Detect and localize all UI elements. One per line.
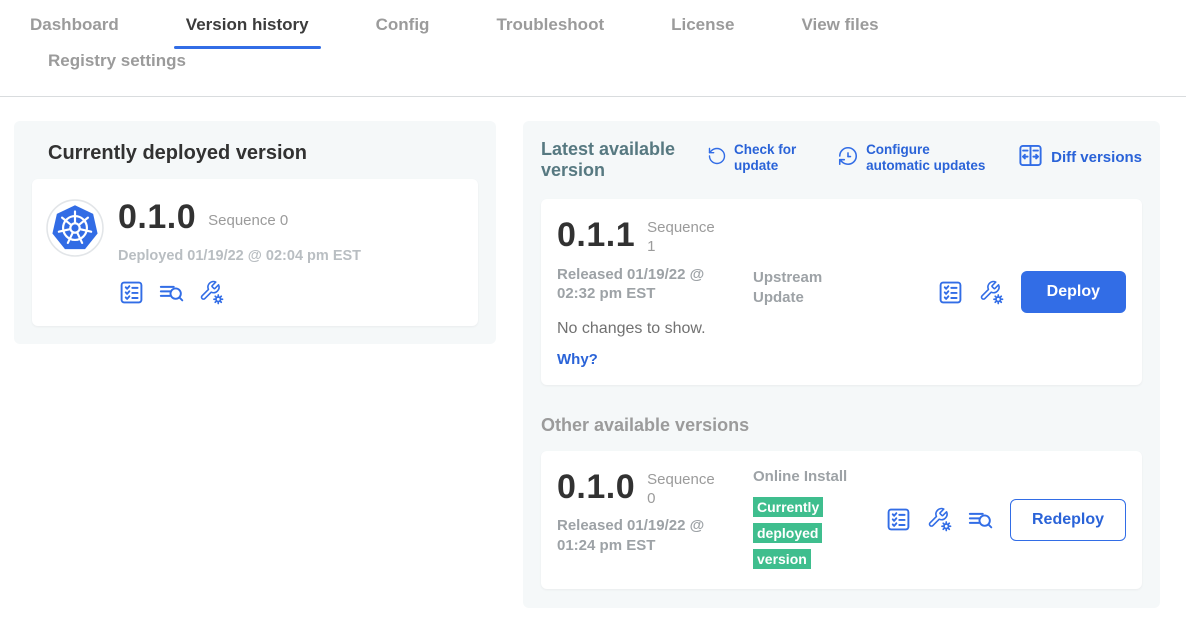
current-version-info: 0.1.0 Sequence 0 Deployed 01/19/22 @ 02:… [118,197,361,306]
tab-license[interactable]: License [671,15,734,49]
available-versions-panel: Latest available version Check for updat… [523,121,1160,608]
check-for-update-link[interactable]: Check for update [707,142,806,174]
sequence-label: Sequence 0 [208,212,288,230]
other-version-card: 0.1.0 Sequence 0 Released 01/19/22 @ 01:… [541,451,1142,589]
action-label: Configure automatic updates [866,142,986,174]
version-number: 0.1.0 [557,467,635,508]
deploy-logs-icon[interactable] [967,506,994,533]
source-column: Upstream Update [753,215,861,307]
tab-label: View files [801,15,878,34]
released-timestamp: Released 01/19/22 @ 01:24 pm EST [557,516,729,555]
refresh-icon [707,146,727,171]
available-versions-header: Latest available version Check for updat… [541,139,1142,181]
top-nav: Dashboard Version history Config Trouble… [0,0,1186,97]
version-row: 0.1.1 Sequence 1 [557,215,753,257]
version-action-icons [885,506,994,533]
version-number: 0.1.0 [118,197,196,238]
latest-available-title: Latest available version [541,139,681,181]
currently-deployed-badge: Currently deployed version [753,497,823,568]
tab-version-history[interactable]: Version history [186,15,309,49]
tab-config[interactable]: Config [376,15,430,49]
version-action-icons [118,279,361,306]
deploy-button[interactable]: Deploy [1021,271,1126,313]
configure-automatic-updates-link[interactable]: Configure automatic updates [837,142,986,174]
why-link[interactable]: Why? [557,351,598,369]
edit-config-icon[interactable] [926,506,953,533]
currently-deployed-panel: Currently deployed version 0.1.0 Sequenc… [14,121,496,344]
tab-label: Registry settings [48,51,186,70]
diff-versions-link[interactable]: Diff versions [1017,142,1142,174]
version-row: 0.1.0 Sequence 0 [557,467,753,509]
main-content: Currently deployed version 0.1.0 Sequenc… [0,97,1186,608]
header-actions: Check for update Configure automatic upd… [681,139,1142,174]
tab-view-files[interactable]: View files [801,15,878,49]
version-column: 0.1.1 Sequence 1 Released 01/19/22 @ 02:… [557,215,753,369]
tab-troubleshoot[interactable]: Troubleshoot [496,15,604,49]
tab-label: Troubleshoot [496,15,604,34]
version-column: 0.1.0 Sequence 0 Released 01/19/22 @ 01:… [557,467,753,556]
badge-container: Currently deployed version [753,495,835,572]
source-column: Online Install Currently deployed versio… [753,467,861,572]
sequence-label: Sequence 0 [647,471,719,509]
tab-label: Dashboard [30,15,119,34]
source-label: Upstream Update [753,268,861,307]
redeploy-button[interactable]: Redeploy [1010,499,1126,541]
tab-registry-settings[interactable]: Registry settings [48,51,1119,85]
active-tab-underline [174,46,321,49]
action-label: Diff versions [1051,149,1142,167]
preflight-checks-icon[interactable] [885,506,912,533]
nav-row-primary: Dashboard Version history Config Trouble… [30,15,1186,49]
auto-update-icon [837,145,859,172]
edit-config-icon[interactable] [978,279,1005,306]
preflight-checks-icon[interactable] [937,279,964,306]
tab-label: License [671,15,734,34]
current-version-card: 0.1.0 Sequence 0 Deployed 01/19/22 @ 02:… [32,179,478,326]
tab-label: Config [376,15,430,34]
version-number: 0.1.1 [557,215,635,256]
released-timestamp: Released 01/19/22 @ 02:32 pm EST [557,265,729,304]
source-label: Online Install [753,467,861,487]
edit-config-icon[interactable] [198,279,225,306]
tab-dashboard[interactable]: Dashboard [30,15,119,49]
deploy-logs-icon[interactable] [158,279,185,306]
kubernetes-logo [46,199,104,257]
preflight-checks-icon[interactable] [118,279,145,306]
no-changes-text: No changes to show. [557,319,753,338]
latest-version-card: 0.1.1 Sequence 1 Released 01/19/22 @ 02:… [541,199,1142,385]
tab-label: Version history [186,15,309,34]
deployed-timestamp: Deployed 01/19/22 @ 02:04 pm EST [118,248,361,265]
diff-icon [1017,142,1044,174]
nav-row-secondary: Registry settings [30,51,1186,85]
sequence-label: Sequence 1 [647,219,719,257]
currently-deployed-title: Currently deployed version [48,141,478,165]
version-row: 0.1.0 Sequence 0 [118,197,361,238]
other-versions-title: Other available versions [541,415,1142,437]
action-label: Check for update [734,142,806,174]
version-action-icons [937,279,1005,306]
